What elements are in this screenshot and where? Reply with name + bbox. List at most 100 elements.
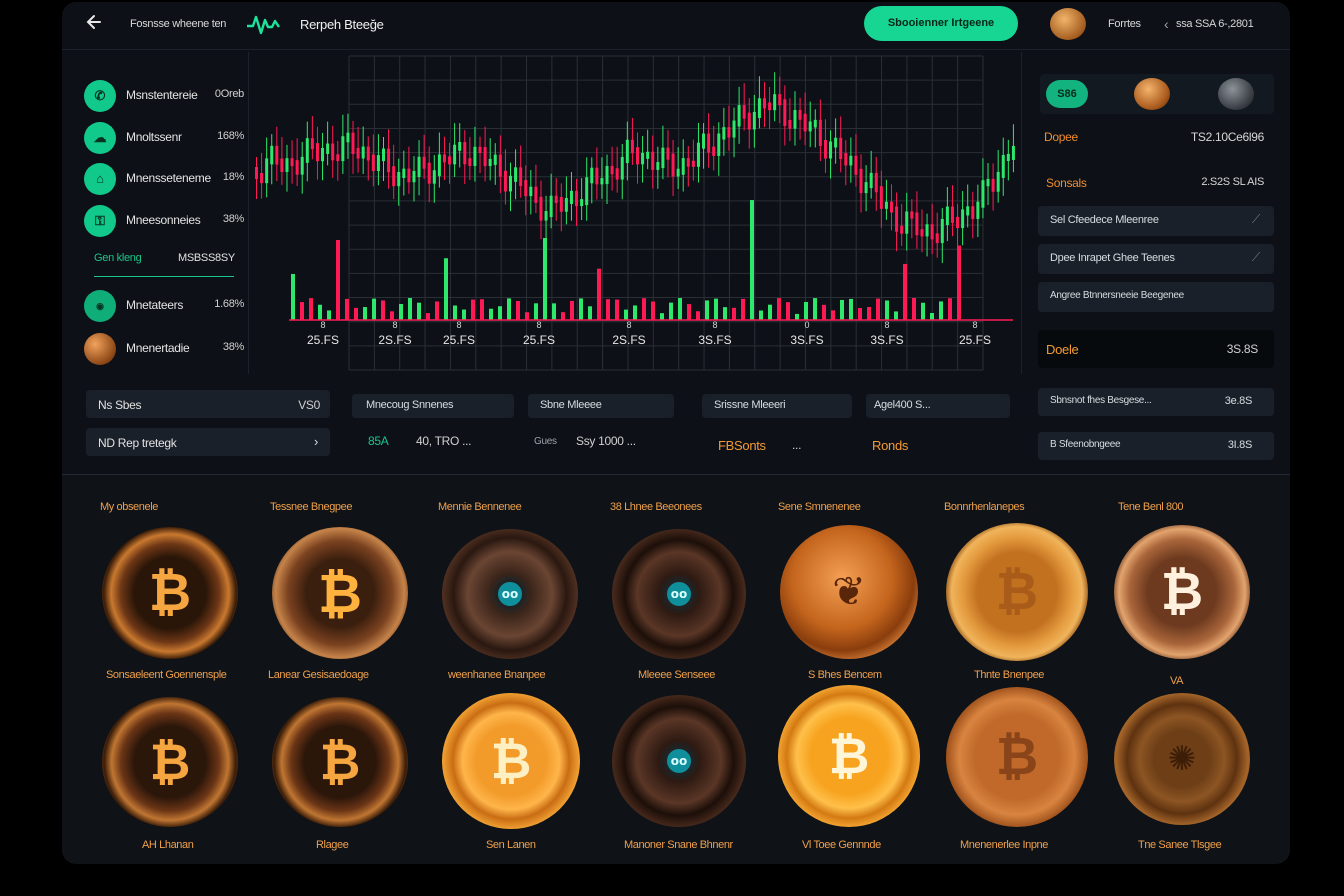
candle-body (671, 153, 675, 177)
watchlist-item[interactable]: ◉ Mnetateers 1.68% (84, 288, 244, 324)
watchlist-item[interactable]: ☁ Mnoltssenr 168% (84, 120, 244, 156)
coin-avatar-icon (84, 333, 116, 365)
candle-body (757, 98, 761, 118)
watchlist-panel: ✆ Msnstentereie 0Oreb ☁ Mnoltssenr 168% … (62, 52, 248, 372)
volume-bar (858, 307, 862, 320)
bronze-token-icon[interactable] (1134, 78, 1170, 110)
pill-button[interactable]: S86 (1046, 80, 1088, 108)
candle-body (961, 209, 965, 229)
bitcoin-icon[interactable]: ₿ (1114, 525, 1250, 659)
candle-body (376, 155, 380, 172)
app-window: Fosnsse wheene ten Rerpeh Bteeğe Sbooien… (62, 2, 1290, 864)
brand-title: Rerpeh Bteeğe (300, 17, 384, 32)
candle-body (478, 146, 482, 153)
nav-label[interactable]: Fosnsse wheene ten (130, 18, 226, 30)
candle-body (844, 153, 848, 166)
candle-body (569, 190, 573, 204)
filter-chip[interactable]: Mnecoug Snnenes (352, 394, 514, 418)
volume-bar (678, 298, 682, 320)
candle-body (920, 229, 924, 237)
volume-bar (912, 298, 916, 320)
list-item[interactable]: B Sfeenobngeee 3I.8S (1038, 432, 1274, 460)
bitcoin-icon[interactable]: ₿ (442, 693, 580, 829)
candle-body (483, 146, 487, 167)
watchlist-item[interactable]: ✆ Msnstentereie 0Oreb (84, 78, 244, 114)
bitcoin-icon[interactable]: ₿ (272, 697, 408, 827)
filter-chip[interactable]: Sbne Mleeee (528, 394, 674, 418)
info-panel[interactable]: Ns Sbes VS0 (86, 390, 330, 418)
watchlist-item[interactable]: Mnenertadie 38% (84, 331, 244, 367)
list-item[interactable]: Sbnsnot fhes Besgese... 3e.8S (1038, 388, 1274, 416)
volume-bar (300, 302, 304, 320)
volume-bar (624, 309, 628, 320)
candle-body (387, 148, 391, 173)
candle-body (422, 156, 426, 169)
stat-value: Ssy 1000 ... (576, 434, 636, 448)
primary-cta-button[interactable]: Sbooienner Irtgeene (864, 6, 1018, 41)
candle-body (514, 167, 518, 182)
candle-body (651, 151, 655, 170)
x-axis-label: 2S.FS (378, 333, 411, 347)
user-label[interactable]: Forrtes (1108, 18, 1141, 30)
coin-caption: Vl Toee Gennnde (802, 839, 881, 851)
coin-category-label: Mennie Bennenee (438, 501, 522, 513)
price-chart[interactable]: 8 25.FS 8 2S.FS 8 25.FS 8 25.FS 8 2S.FS 8 3S.FS 0 3S.… (248, 52, 1022, 374)
chevron-left-icon[interactable]: ‹ (1164, 16, 1169, 32)
eye-token-icon[interactable]: oo (442, 529, 578, 659)
candle-body (280, 158, 284, 173)
section-value: MSBSS8SY (178, 252, 235, 264)
list-item[interactable]: Dpee Inrapet Ghee Teenes ⟋ (1038, 244, 1274, 274)
volume-bar (597, 268, 601, 320)
candle-body (295, 160, 299, 175)
eagle-coin-icon[interactable]: ❦ (780, 525, 918, 659)
pin-icon[interactable]: ⟋ (1252, 250, 1260, 265)
top-bar: Fosnsse wheene ten Rerpeh Bteeğe Sbooien… (62, 2, 1290, 50)
token-selector[interactable]: S86 (1040, 74, 1274, 114)
list-item[interactable]: Angree Btnnersneeie Beegenee (1038, 282, 1274, 312)
ornate-coin-icon[interactable]: ✺ (1114, 693, 1250, 825)
volume-bar (345, 298, 349, 320)
candle-body (427, 162, 431, 184)
volume-bar (732, 307, 736, 320)
silver-token-icon[interactable] (1218, 78, 1254, 110)
watchlist-item[interactable]: ⌂ Mnensseteneme 18% (84, 161, 244, 197)
bitcoin-icon[interactable]: ₿ (272, 527, 408, 659)
x-tick-label: 8 (392, 320, 397, 330)
item-label: Sbnsnot fhes Besgese... (1050, 395, 1152, 406)
avatar[interactable] (1050, 8, 1086, 40)
arrow-left-icon[interactable] (84, 12, 108, 36)
candle-body (798, 110, 802, 120)
filter-chip[interactable]: Agel400 S... (866, 394, 1010, 418)
chevron-right-icon: › (313, 434, 318, 449)
panel-label: ND Rep tretegk (98, 436, 177, 450)
x-tick-label: 0 (804, 320, 809, 330)
filter-chip[interactable]: Srissne Mleeeri (702, 394, 852, 418)
candle-body (646, 151, 650, 159)
candle-body (331, 143, 335, 161)
bitcoin-icon[interactable]: ₿ (102, 697, 238, 827)
bitcoin-icon[interactable]: ₿ (946, 687, 1088, 827)
list-item[interactable]: Sel Cfeedece Mleenree ⟋ (1038, 206, 1274, 236)
candle-body (661, 147, 665, 169)
volume-bar (795, 313, 799, 320)
bitcoin-icon[interactable]: ₿ (778, 685, 920, 827)
volume-bar (543, 238, 547, 320)
eye-token-icon[interactable]: oo (612, 529, 746, 659)
volume-bar (633, 305, 637, 320)
volume-bar (768, 304, 772, 320)
stat-label: Sonsals (1046, 176, 1087, 190)
candle-body (371, 154, 375, 172)
eye-token-icon[interactable]: oo (612, 695, 746, 827)
watchlist-item[interactable]: ⚿ Mneesonneies 38% (84, 203, 244, 239)
pin-icon[interactable]: ⟋ (1252, 212, 1260, 227)
highlight-row[interactable]: Doele 3S.8S (1038, 330, 1274, 368)
volume-bar (417, 302, 421, 320)
bitcoin-icon[interactable]: ₿ (102, 527, 238, 659)
candle-body (793, 110, 797, 129)
candle-body (722, 127, 726, 140)
volume-bar (786, 302, 790, 320)
bitcoin-icon[interactable]: ₿ (946, 523, 1088, 661)
candle-body (346, 132, 350, 143)
candle-body (890, 201, 893, 213)
strategy-panel[interactable]: ND Rep tretegk › (86, 428, 330, 456)
